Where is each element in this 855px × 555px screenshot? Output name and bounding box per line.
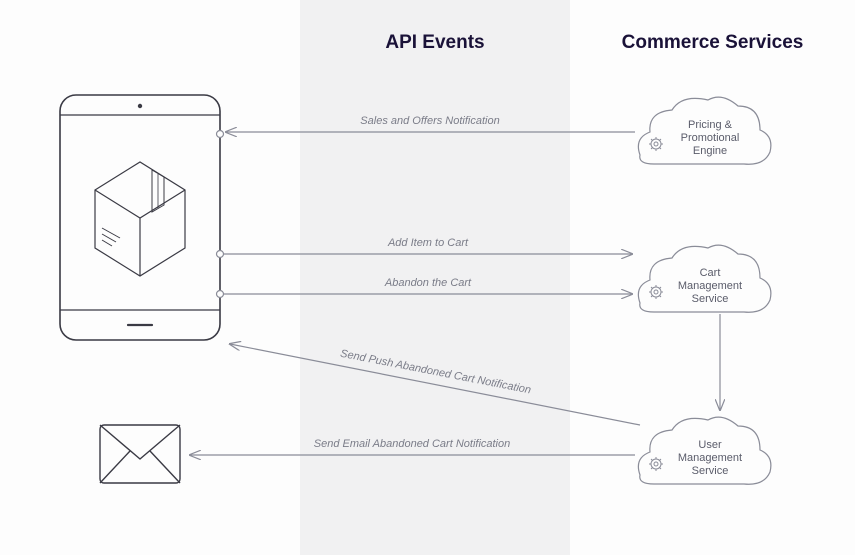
svg-text:Promotional: Promotional (681, 132, 740, 144)
svg-text:Management: Management (678, 452, 742, 464)
svg-text:Add Item to Cart: Add Item to Cart (387, 237, 469, 249)
cloud-label: Pricing & (688, 119, 733, 131)
arrow-sales-notification: Sales and Offers Notification (226, 115, 635, 132)
arrow-push-notification: Send Push Abandoned Cart Notification (230, 344, 640, 425)
svg-text:Abandon the Cart: Abandon the Cart (384, 277, 472, 289)
svg-text:User: User (698, 439, 722, 451)
phone-icon (60, 95, 220, 340)
arrow-email-notification: Send Email Abandoned Cart Notification (190, 438, 635, 455)
svg-text:Send Push Abandoned Cart Notif: Send Push Abandoned Cart Notification (339, 348, 532, 397)
cloud-user-service: User Management Service (638, 417, 771, 484)
arrow-abandon-cart: Abandon the Cart (224, 277, 632, 294)
svg-text:Management: Management (678, 280, 742, 292)
svg-text:Sales and Offers Notification: Sales and Offers Notification (360, 115, 499, 127)
svg-text:Service: Service (692, 293, 729, 305)
envelope-icon (100, 425, 180, 483)
svg-text:Send Email Abandoned Cart Noti: Send Email Abandoned Cart Notification (314, 438, 511, 450)
svg-text:Cart: Cart (700, 267, 721, 279)
svg-text:Service: Service (692, 465, 729, 477)
svg-text:Engine: Engine (693, 145, 727, 157)
cloud-cart-service: Cart Management Service (638, 245, 771, 312)
cloud-pricing-engine: Pricing & Promotional Engine (638, 97, 771, 164)
arrow-add-cart: Add Item to Cart (224, 237, 632, 254)
